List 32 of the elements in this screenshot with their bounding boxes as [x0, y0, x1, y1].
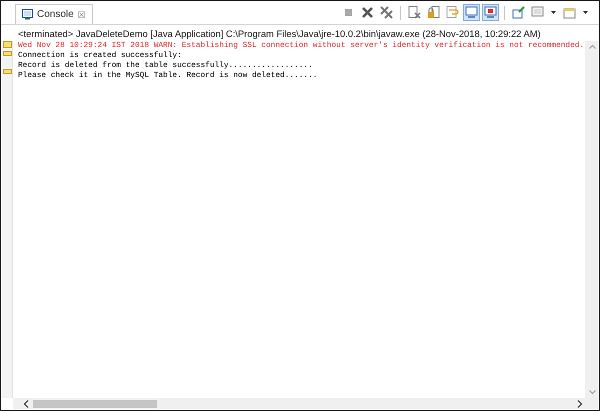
document-x-icon [407, 5, 422, 20]
scroll-up-icon[interactable] [588, 44, 596, 49]
marker-icon [3, 41, 12, 48]
remove-all-button[interactable] [378, 4, 395, 21]
word-wrap-button[interactable] [444, 4, 461, 21]
marker-icon [3, 69, 12, 74]
scroll-down-icon[interactable] [588, 390, 596, 395]
console-tab[interactable]: Console ☒ [15, 4, 93, 24]
double-x-icon [379, 5, 394, 20]
caret-icon[interactable] [583, 11, 588, 14]
scroll-left-icon[interactable] [23, 400, 29, 408]
close-tab-button[interactable]: ☒ [78, 10, 86, 20]
stderr-button[interactable] [482, 4, 499, 21]
scroll-lock-button[interactable] [425, 4, 442, 21]
lock-document-icon [426, 5, 441, 20]
monitor-icon [464, 5, 479, 20]
clear-button[interactable] [406, 4, 423, 21]
wrap-document-icon [445, 5, 460, 20]
scroll-right-icon[interactable] [577, 400, 583, 408]
vertical-scrollbar[interactable] [585, 41, 599, 398]
process-status-label: <terminated> JavaDeleteDemo [Java Application] C:\Program Files\Java\jre-10.0.2\bin\javaw.exe (28-Nov-2018, 10:29:22 AM) [18, 27, 541, 41]
pin-button[interactable] [510, 4, 527, 21]
marker-icon [3, 51, 12, 56]
tab-label: Console [37, 9, 74, 20]
x-icon [360, 5, 375, 20]
stdout-button[interactable] [463, 4, 480, 21]
console-icon [22, 9, 33, 20]
horizontal-scrollbar[interactable] [13, 398, 599, 410]
pin-icon [511, 5, 526, 20]
scrollbar-thumb[interactable] [33, 400, 157, 408]
monitor-error-icon [483, 5, 498, 20]
caret-icon[interactable] [551, 11, 556, 14]
